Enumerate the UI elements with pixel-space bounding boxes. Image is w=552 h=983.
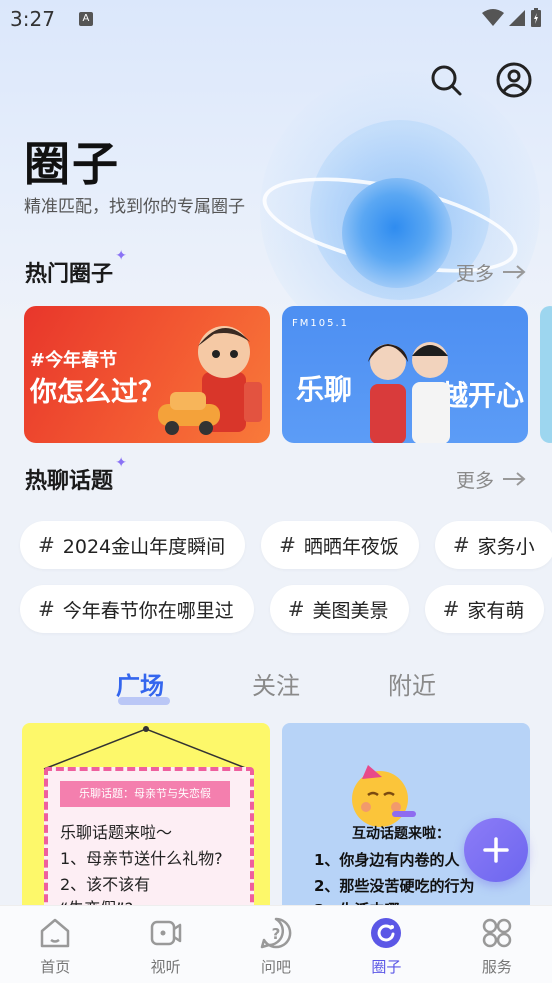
question-icon: ? [260, 917, 292, 949]
topic-chip[interactable]: #2024金山年度瞬间 [20, 521, 246, 569]
battery-icon [531, 8, 541, 27]
hot-circles-title: 热门圈子 ✦ [25, 248, 127, 288]
tab-label: 服务 [481, 958, 512, 976]
hanging-string-decoration [43, 726, 249, 770]
page-title: 圈子 [24, 137, 120, 191]
arrow-right-icon [503, 265, 526, 279]
topic-chip-label: 美图美景 [312, 599, 389, 622]
status-time: 3:27 [10, 7, 55, 31]
hash-icon: # [38, 597, 55, 621]
search-icon[interactable] [428, 62, 464, 98]
circle-banner-fm[interactable]: FM105.1 乐聊 越开心 [282, 306, 528, 443]
topic-chip[interactable]: # 今年春节你在哪里过 [20, 585, 254, 633]
hot-circles-more-link[interactable]: 更多 [456, 259, 526, 286]
sparkle-icon: ✦ [115, 455, 128, 471]
feed-card[interactable]: 乐聊话题：母亲节与失恋假 乐聊话题来啦～ 1、母亲节送什么礼物? 2、该不该有 … [22, 723, 270, 913]
tab-label: 圈子 [371, 958, 402, 976]
hot-circles-header: 热门圈子 ✦ 更多 [25, 248, 526, 288]
topic-chip-label: 家有萌 [467, 599, 525, 622]
toy-car-illustration [158, 392, 220, 435]
topic-note: 乐聊话题：母亲节与失恋假 乐聊话题来啦～ 1、母亲节送什么礼物? 2、该不该有 … [44, 767, 254, 913]
circle-banner-peek[interactable] [540, 306, 552, 443]
wifi-icon [482, 9, 504, 26]
tab-home[interactable]: 首页 [0, 906, 110, 983]
topic-chip[interactable]: # 美图美景 [269, 585, 409, 633]
tab-ask[interactable]: ? 问吧 [221, 906, 331, 983]
banner-station: FM105.1 [292, 318, 350, 329]
feed-tabs: 广场 关注 附近 [0, 666, 552, 705]
circle-banner-spring-festival[interactable]: #今年春节 你怎么过？ [24, 306, 270, 443]
card-line: 1、你身边有内卷的人 [314, 851, 460, 869]
home-icon [40, 918, 70, 948]
banner-left-text: 乐聊 [296, 373, 353, 406]
note-line: 1、母亲节送什么礼物? [60, 849, 223, 868]
hot-topics-title-text: 热聊话题 [25, 469, 114, 494]
hash-icon: # [287, 597, 305, 621]
video-icon [150, 920, 181, 946]
notification-icon: A [78, 12, 93, 26]
topic-chips-row-1: #2024金山年度瞬间 # 晒晒年夜饭 # 家务小 [20, 521, 552, 569]
card-line: 2、那些没苦硬吃的行为 [314, 877, 475, 895]
service-icon [482, 918, 512, 948]
profile-icon[interactable] [496, 62, 532, 98]
hash-icon: # [279, 533, 296, 557]
topic-chips-row-2: # 今年春节你在哪里过 # 美图美景 # 家有萌 [20, 585, 545, 633]
more-label: 更多 [455, 262, 494, 285]
banner-headline: 你怎么过？ [30, 377, 165, 408]
sparkle-icon: ✦ [115, 248, 128, 264]
circle-icon [371, 918, 402, 948]
note-line: 乐聊话题来啦～ [60, 823, 173, 842]
status-bar: 3:27 A [0, 0, 552, 38]
hot-topics-more-link[interactable]: 更多 [456, 466, 526, 493]
signal-icon [509, 10, 525, 26]
tab-nearby[interactable]: 附近 [344, 666, 480, 701]
hot-circles-title-text: 热门圈子 [25, 262, 114, 287]
note-banner: 乐聊话题：母亲节与失恋假 [60, 781, 230, 807]
tab-circle[interactable]: 圈子 [331, 906, 441, 983]
tab-service[interactable]: 服务 [442, 906, 552, 983]
tab-label: 首页 [40, 958, 71, 976]
plus-icon [483, 837, 509, 863]
hosts-illustration [368, 342, 450, 443]
topic-chip[interactable]: # 家有萌 [424, 585, 545, 633]
topic-chip-label: 2024金山年度瞬间 [62, 535, 226, 558]
topic-chip[interactable]: # 家务小 [434, 521, 552, 569]
create-post-button[interactable] [464, 818, 528, 882]
hot-topics-title: 热聊话题 ✦ [25, 455, 127, 495]
header-actions [428, 62, 532, 98]
bottom-tab-bar: 首页 视听 ? 问吧 圈子 服务 [0, 905, 552, 983]
status-indicators [482, 8, 542, 28]
page-subtitle: 精准匹配，找到你的专属圈子 [24, 197, 245, 217]
hot-topics-header: 热聊话题 ✦ 更多 [25, 455, 526, 495]
svg-text:?: ? [272, 925, 281, 943]
hash-icon: # [38, 533, 55, 557]
tab-label: 视听 [150, 958, 181, 976]
more-label: 更多 [455, 469, 494, 492]
hash-icon: # [442, 597, 460, 621]
note-line: 2、该不该有 [60, 875, 151, 894]
tab-square[interactable]: 广场 [72, 666, 208, 705]
topic-chip-label: 家务小 [477, 535, 535, 558]
topic-chip[interactable]: # 晒晒年夜饭 [261, 521, 419, 569]
card-title: 互动话题来啦： [352, 826, 450, 842]
banner-tag: #今年春节 [30, 350, 118, 371]
tab-following[interactable]: 关注 [208, 666, 344, 701]
tab-video[interactable]: 视听 [110, 906, 220, 983]
hash-icon: # [452, 533, 470, 557]
tab-label: 问吧 [261, 958, 292, 976]
arrow-right-icon [503, 472, 526, 486]
topic-chip-label: 今年春节你在哪里过 [62, 599, 234, 622]
topic-chip-label: 晒晒年夜饭 [303, 535, 399, 558]
party-emoji-illustration [352, 765, 416, 827]
